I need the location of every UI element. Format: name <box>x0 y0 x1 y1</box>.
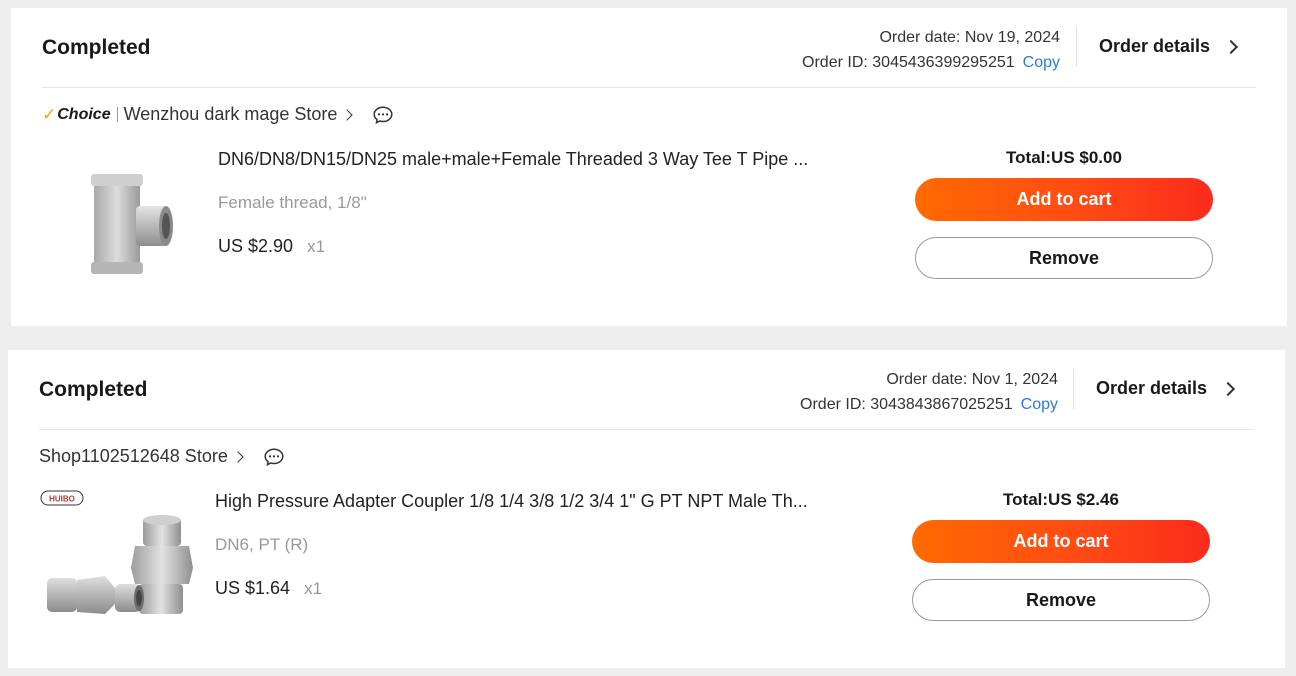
order-id-row: Order ID: 3045436399295251 Copy <box>802 50 1060 75</box>
store-chevron-icon <box>341 108 354 121</box>
copy-order-id-link[interactable]: Copy <box>1023 54 1060 71</box>
brand-logo: HUIBO <box>49 495 75 504</box>
hex-nipple-adapter-icon: HUIBO <box>40 490 193 614</box>
order-id: Order ID: 3043843867025251 <box>800 396 1013 413</box>
store-name-link[interactable]: Wenzhou dark mage Store <box>124 104 338 125</box>
product-price: US $2.90 <box>218 236 294 256</box>
choice-label: Choice <box>57 105 111 123</box>
remove-button[interactable]: Remove <box>912 579 1210 621</box>
chevron-right-icon <box>1220 381 1236 396</box>
order-status: Completed <box>42 36 151 59</box>
order-total: Total:US $2.46 <box>1003 490 1119 509</box>
checkmark-icon: ✓ <box>42 104 57 124</box>
order-details-link[interactable]: Order details <box>1099 36 1239 57</box>
copy-order-id-link[interactable]: Copy <box>1021 396 1058 413</box>
remove-button[interactable]: Remove <box>915 237 1213 279</box>
product-image[interactable]: HUIBO <box>39 488 199 648</box>
header-divider <box>42 87 1256 88</box>
store-chevron-icon <box>232 450 244 463</box>
product-title-link[interactable]: High Pressure Adapter Coupler 1/8 1/4 3/… <box>215 491 855 512</box>
order-details-label: Order details <box>1096 378 1208 398</box>
product-sku: Female thread, 1/8" <box>218 193 367 212</box>
order-meta: Order date: Nov 1, 2024 Order ID: 304384… <box>800 367 1058 417</box>
product-price-row: US $2.90 x1 <box>218 236 325 257</box>
product-quantity: x1 <box>307 237 326 256</box>
product-title-link[interactable]: DN6/DN8/DN15/DN25 male+male+Female Threa… <box>218 149 858 170</box>
order-id: Order ID: 3045436399295251 <box>802 54 1015 71</box>
add-to-cart-button[interactable]: Add to cart <box>915 178 1213 221</box>
choice-divider <box>116 107 118 122</box>
order-date: Order date: Nov 1, 2024 <box>886 371 1058 388</box>
vertical-divider <box>1076 27 1077 67</box>
product-price-row: US $1.64 x1 <box>215 578 322 599</box>
tee-pipe-fitting-icon <box>91 174 173 274</box>
vertical-divider <box>1073 369 1074 409</box>
chat-bubble-icon[interactable] <box>264 447 284 466</box>
order-details-link[interactable]: Order details <box>1096 378 1236 399</box>
product-quantity: x1 <box>304 579 323 598</box>
order-card: Completed Order date: Nov 19, 2024 Order… <box>11 8 1287 326</box>
chat-bubble-icon[interactable] <box>373 105 393 124</box>
choice-badge: ✓ Choice <box>42 105 111 125</box>
store-row: ✓ Choice Wenzhou dark mage Store <box>42 104 393 125</box>
order-total: Total:US $0.00 <box>1006 148 1122 167</box>
order-status: Completed <box>39 378 148 401</box>
product-price: US $1.64 <box>215 578 291 598</box>
chevron-right-icon <box>1223 39 1239 54</box>
order-details-label: Order details <box>1099 36 1211 56</box>
order-id-row: Order ID: 3043843867025251 Copy <box>800 392 1058 417</box>
order-date: Order date: Nov 19, 2024 <box>879 29 1060 46</box>
store-row: Shop1102512648 Store <box>39 446 284 467</box>
order-meta: Order date: Nov 19, 2024 Order ID: 30454… <box>802 25 1060 75</box>
store-name-link[interactable]: Shop1102512648 Store <box>39 446 228 467</box>
product-sku: DN6, PT (R) <box>215 535 309 554</box>
header-divider <box>39 429 1254 430</box>
product-image[interactable] <box>42 146 202 306</box>
add-to-cart-button[interactable]: Add to cart <box>912 520 1210 563</box>
order-card: Completed Order date: Nov 1, 2024 Order … <box>8 350 1285 668</box>
